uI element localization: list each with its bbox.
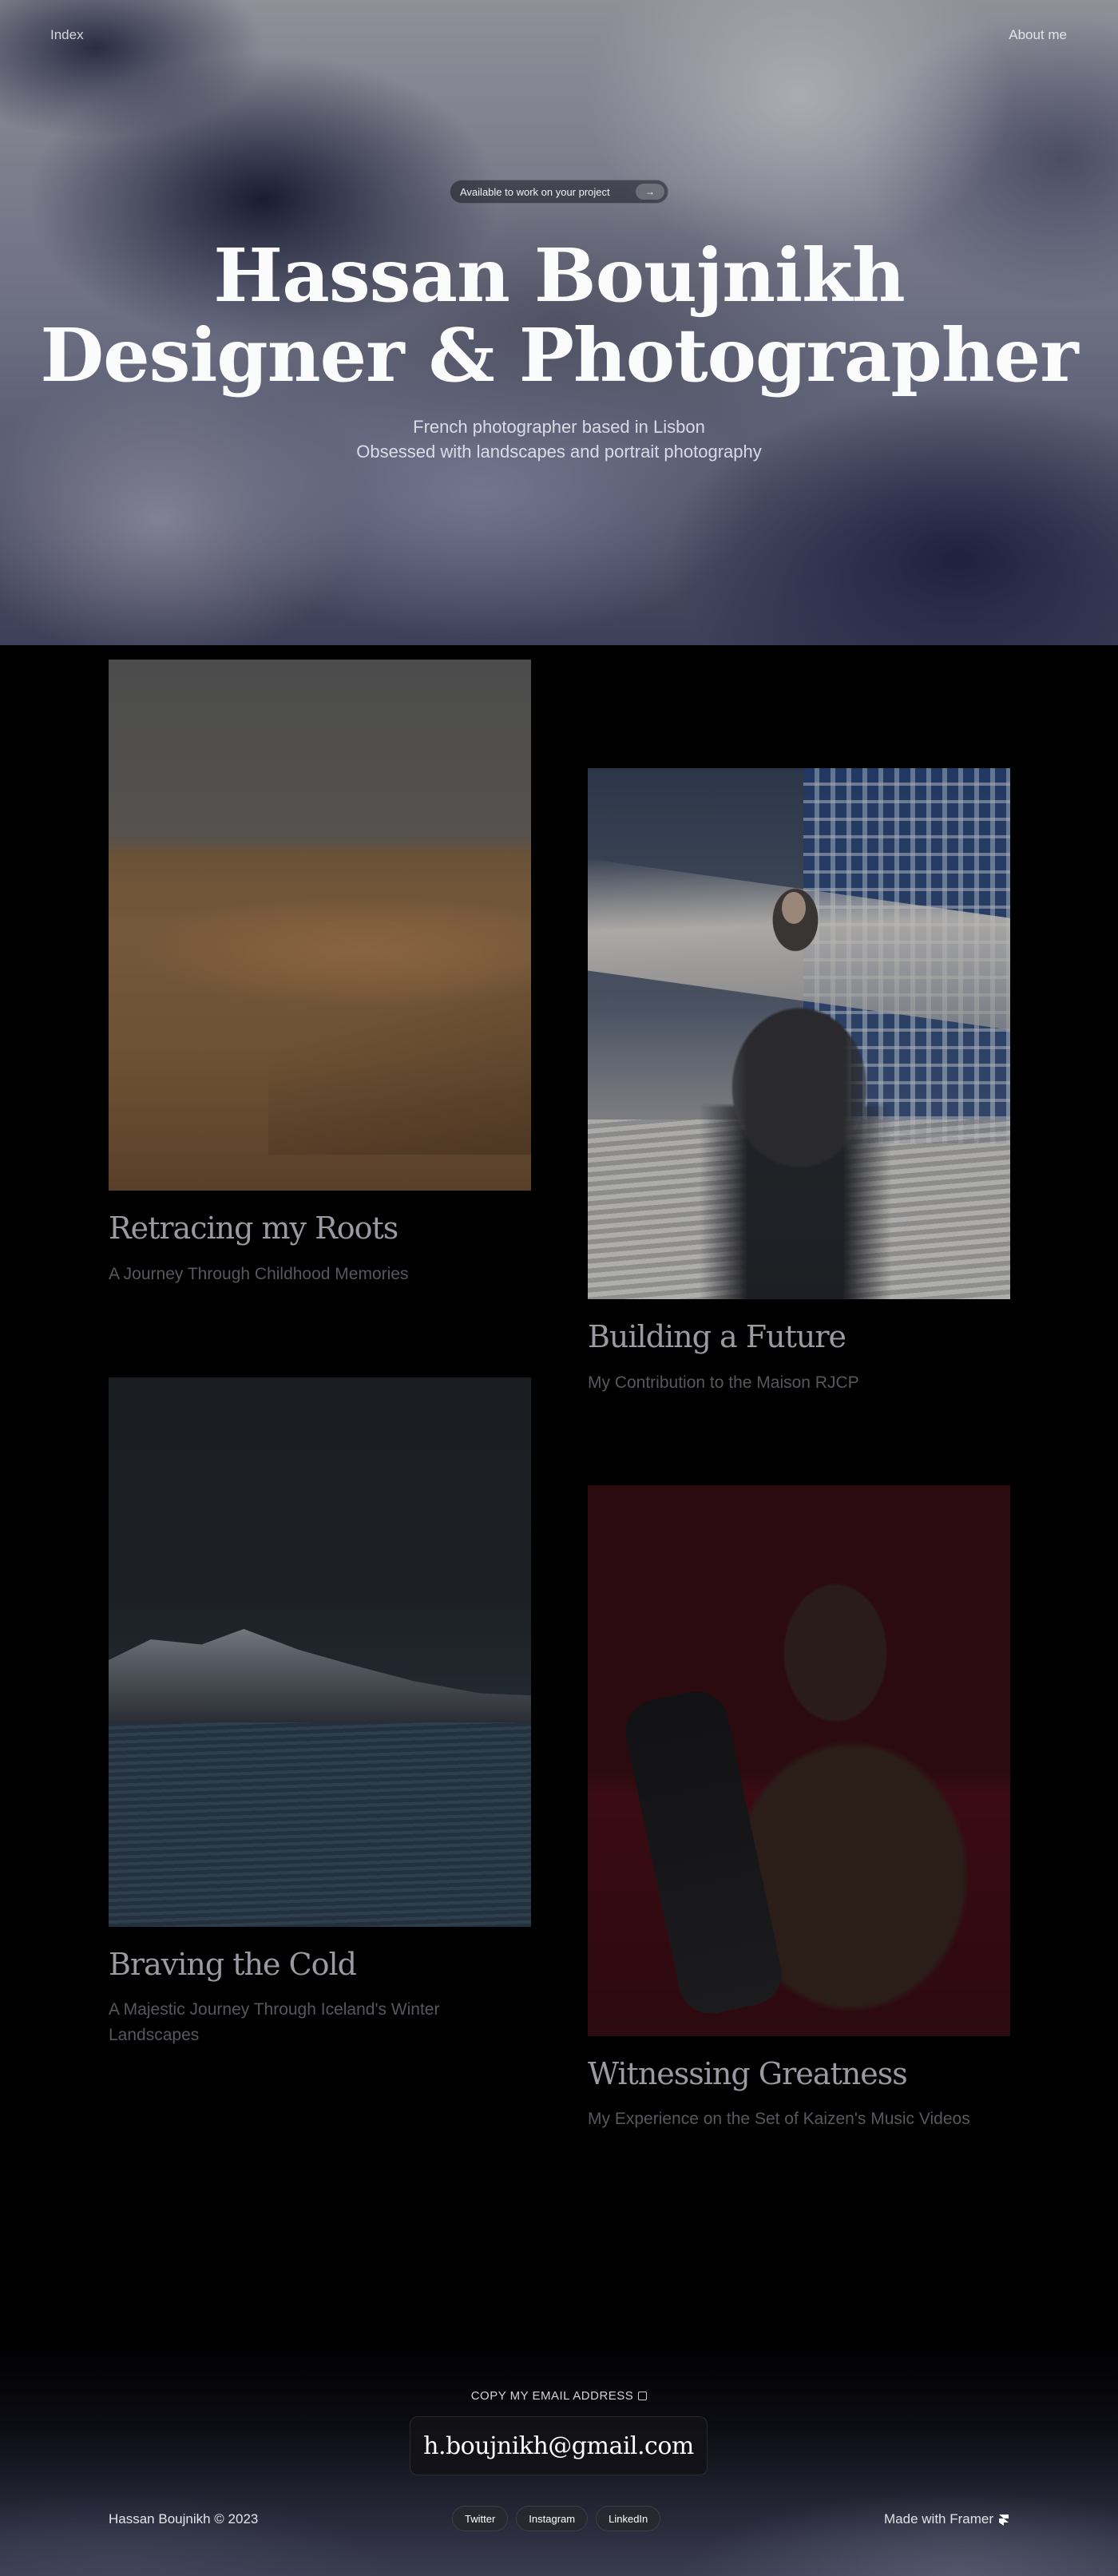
nav-index-link[interactable]: Index: [50, 27, 84, 43]
hero-title-name: Hassan Boujnikh: [213, 232, 905, 319]
social-links: Twitter Instagram LinkedIn: [452, 2506, 661, 2531]
project-card-retracing-roots[interactable]: Retracing my Roots A Journey Through Chi…: [109, 660, 531, 1298]
project-card-witnessing-greatness[interactable]: Witnessing Greatness My Experience on th…: [588, 1485, 1010, 2140]
made-with-framer-badge[interactable]: Made with Framer: [884, 2511, 1009, 2527]
red-portrait-photo[interactable]: [588, 1485, 1010, 2036]
instagram-link[interactable]: Instagram: [516, 2506, 589, 2531]
email-address-box[interactable]: h.boujnikh@gmail.com: [410, 2416, 708, 2475]
project-card-building-future[interactable]: Building a Future My Contribution to the…: [588, 768, 1010, 1407]
availability-text: Available to work on your project: [460, 185, 610, 198]
urban-portrait-photo[interactable]: [588, 768, 1010, 1299]
hero-subtitle-location: French photographer based in Lisbon: [413, 417, 705, 437]
project-title[interactable]: Witnessing Greatness: [588, 2056, 908, 2091]
project-subtitle: My Experience on the Set of Kaizen's Mus…: [588, 2110, 970, 2128]
footer-copyright: Hassan Boujnikh © 2023: [109, 2511, 259, 2526]
desert-dunes-photo[interactable]: [109, 660, 531, 1191]
made-with-label: Made with Framer: [884, 2511, 993, 2526]
project-subtitle: My Contribution to the Maison RJCP: [588, 1373, 859, 1392]
email-address: h.boujnikh@gmail.com: [423, 2431, 694, 2460]
copy-email-label: COPY MY EMAIL ADDRESS: [470, 2389, 634, 2403]
nav-about-link[interactable]: About me: [1009, 27, 1067, 43]
availability-badge[interactable]: Available to work on your project →: [450, 180, 668, 204]
linkedin-link[interactable]: LinkedIn: [596, 2506, 661, 2531]
hero-subtitle-focus: Obsessed with landscapes and portrait ph…: [356, 442, 762, 462]
copy-email-button[interactable]: COPY MY EMAIL ADDRESS: [0, 2389, 1118, 2403]
project-title[interactable]: Braving the Cold: [109, 1947, 357, 1982]
project-card-braving-cold[interactable]: Braving the Cold A Majestic Journey Thro…: [109, 1377, 531, 2056]
project-title[interactable]: Retracing my Roots: [109, 1211, 398, 1246]
framer-icon: [999, 2515, 1009, 2526]
hero-title-role: Designer & Photographer: [40, 312, 1078, 398]
project-title[interactable]: Building a Future: [588, 1319, 846, 1354]
project-subtitle: A Majestic Journey Through Iceland's Win…: [109, 2000, 440, 2044]
project-subtitle: A Journey Through Childhood Memories: [109, 1265, 409, 1283]
twitter-link[interactable]: Twitter: [452, 2506, 509, 2531]
iceland-sea-photo[interactable]: [109, 1377, 531, 1927]
copy-icon: [638, 2392, 648, 2400]
arrow-right-icon: →: [636, 184, 664, 200]
